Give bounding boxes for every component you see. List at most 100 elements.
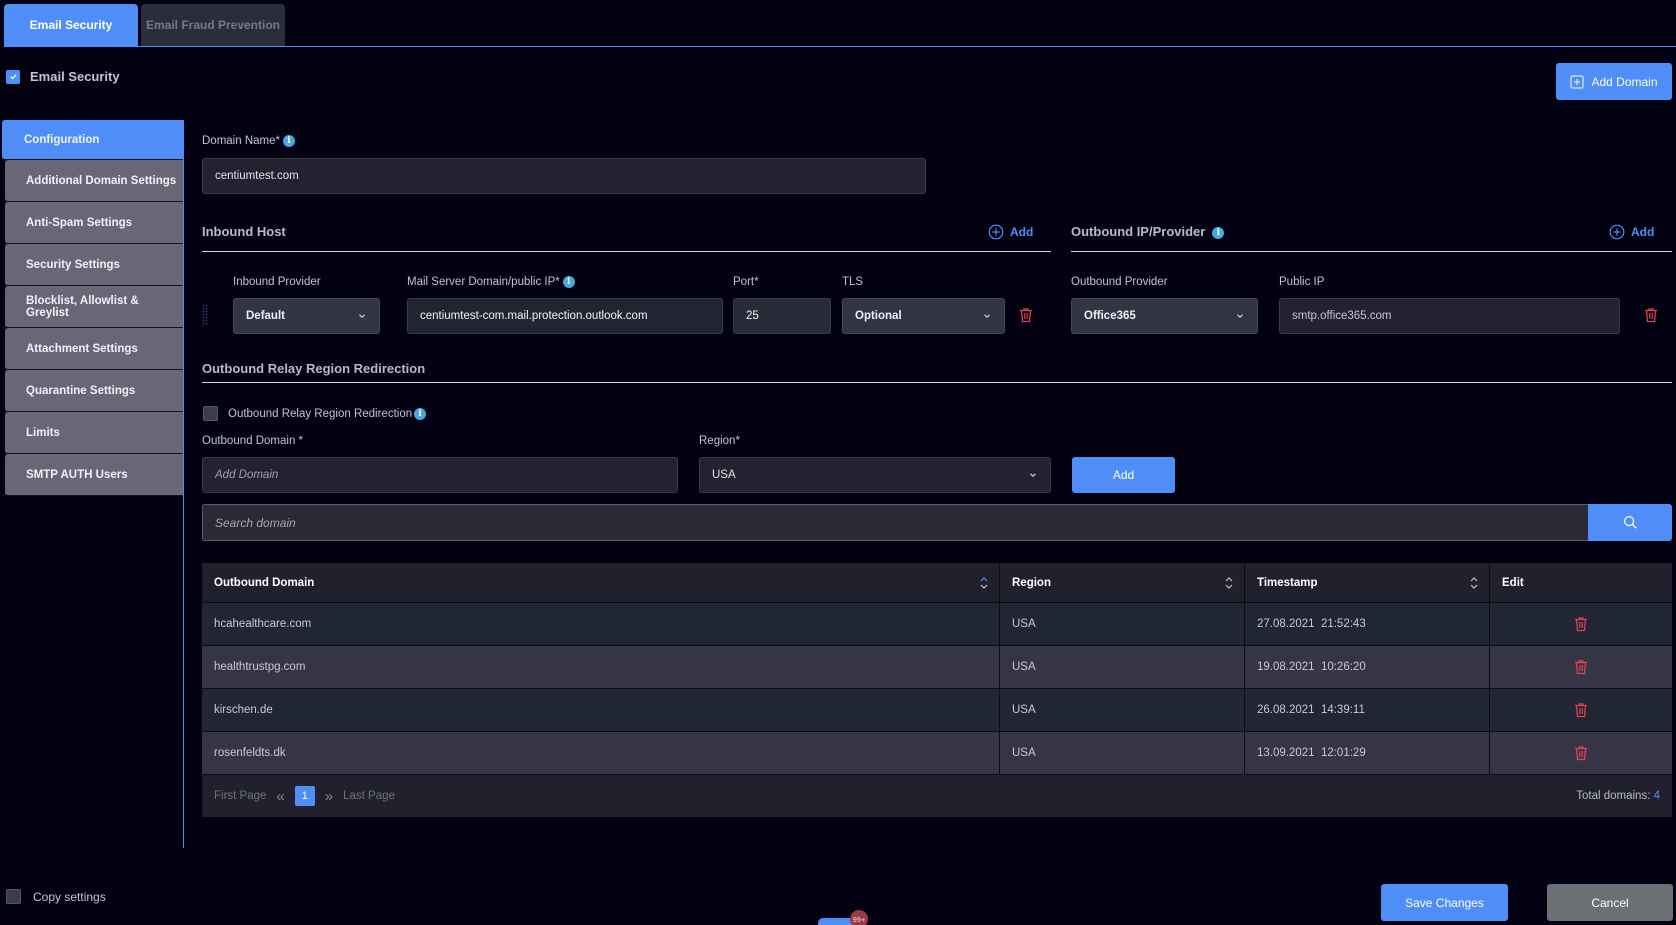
sidebar-item-additional-domain-settings[interactable]: Additional Domain Settings	[5, 160, 184, 202]
copy-settings-checkbox[interactable]	[6, 889, 21, 904]
relay-add-button[interactable]: Add	[1072, 457, 1175, 493]
tab-email-security[interactable]: Email Security	[4, 4, 138, 46]
relay-checkbox[interactable]	[203, 406, 218, 421]
cell-timestamp: 26.08.2021 14:39:11	[1245, 689, 1490, 731]
email-security-label: Email Security	[30, 69, 120, 84]
last-page-link[interactable]: Last Page	[343, 790, 395, 802]
sidebar-item-attachment-settings[interactable]: Attachment Settings	[5, 328, 184, 370]
column-header-label: Edit	[1502, 576, 1524, 589]
outbound-ip-add-button[interactable]: Add	[1609, 224, 1654, 240]
column-header-region[interactable]: Region	[1000, 563, 1245, 602]
save-changes-button[interactable]: Save Changes	[1381, 884, 1508, 921]
next-page-icon[interactable]: »	[325, 788, 333, 805]
prev-page-icon[interactable]: «	[276, 788, 284, 805]
delete-row-icon[interactable]	[1574, 659, 1588, 675]
public-ip-label: Public IP	[1279, 276, 1325, 288]
add-domain-button[interactable]: Add Domain	[1556, 63, 1672, 100]
mail-server-input[interactable]: centiumtest-com.mail.protection.outlook.…	[407, 298, 723, 334]
cell-domain: rosenfeldts.dk	[202, 732, 1000, 774]
outbound-ip-title: Outbound IP/Provider i	[1071, 224, 1225, 239]
sort-icon[interactable]	[1469, 575, 1479, 591]
column-header-outbound-domain[interactable]: Outbound Domain	[202, 563, 1000, 602]
sidebar-item-smtp-auth-users[interactable]: SMTP AUTH Users	[5, 454, 184, 496]
inbound-provider-value: Default	[246, 310, 285, 322]
delete-row-icon[interactable]	[1574, 616, 1588, 632]
page-number-button[interactable]: 1	[294, 786, 315, 806]
sidebar-item-anti-spam-settings[interactable]: Anti-Spam Settings	[5, 202, 184, 244]
copy-settings-toggle[interactable]: Copy settings	[6, 889, 106, 904]
cell-region: USA	[1000, 689, 1245, 731]
outbound-domain-input[interactable]: Add Domain	[202, 457, 678, 493]
relay-section-title: Outbound Relay Region Redirection	[202, 361, 426, 376]
cell-edit	[1490, 603, 1672, 645]
outbound-domain-placeholder: Add Domain	[215, 469, 279, 481]
public-ip-value: smtp.office365.com	[1292, 310, 1392, 322]
sidebar-item-security-settings[interactable]: Security Settings	[5, 244, 184, 286]
inbound-provider-label: Inbound Provider	[233, 276, 321, 288]
cell-timestamp: 13.09.2021 12:01:29	[1245, 732, 1490, 774]
sidebar-item-configuration[interactable]: Configuration	[2, 120, 184, 160]
chevron-down-icon	[359, 314, 365, 319]
search-placeholder: Search domain	[215, 515, 296, 530]
total-domains-count: 4	[1653, 790, 1660, 802]
port-input[interactable]: 25	[733, 298, 831, 334]
inbound-provider-select[interactable]: Default	[233, 298, 380, 334]
search-domain-input[interactable]: Search domain	[202, 504, 1588, 541]
domain-name-input[interactable]: centiumtest.com	[202, 158, 926, 194]
email-security-toggle[interactable]: Email Security	[6, 69, 120, 84]
cell-region: USA	[1000, 646, 1245, 688]
column-header-label: Region	[1012, 576, 1051, 589]
cell-region: USA	[1000, 603, 1245, 645]
mail-server-value: centiumtest-com.mail.protection.outlook.…	[420, 310, 648, 322]
outbound-provider-select[interactable]: Office365	[1071, 298, 1258, 334]
domain-name-value: centiumtest.com	[215, 170, 299, 182]
plus-circle-icon	[1609, 224, 1625, 240]
relay-checkbox-label: Outbound Relay Region Redirection	[228, 407, 413, 420]
search-icon	[1623, 515, 1637, 529]
sidebar-item-quarantine-settings[interactable]: Quarantine Settings	[5, 370, 184, 412]
region-label: Region*	[699, 435, 740, 447]
port-label: Port*	[733, 276, 759, 288]
table-row: hcahealthcare.com USA 27.08.2021 21:52:4…	[202, 603, 1672, 646]
delete-row-icon[interactable]	[1574, 745, 1588, 761]
info-icon[interactable]: i	[282, 135, 295, 147]
outbound-domains-table: Outbound Domain Region Timestamp Edit hc…	[202, 563, 1672, 775]
delete-inbound-host-icon[interactable]	[1019, 307, 1033, 323]
search-button[interactable]	[1588, 504, 1672, 541]
cancel-button[interactable]: Cancel	[1547, 884, 1673, 921]
column-header-timestamp[interactable]: Timestamp	[1245, 563, 1490, 602]
relay-toggle[interactable]: Outbound Relay Region Redirection i	[203, 406, 427, 421]
sidebar-item-limits[interactable]: Limits	[5, 412, 184, 454]
mail-server-label-text: Mail Server Domain/public IP*	[407, 276, 560, 289]
add-domain-label: Add Domain	[1591, 74, 1658, 89]
sort-icon[interactable]	[979, 575, 989, 591]
table-row: rosenfeldts.dk USA 13.09.2021 12:01:29	[202, 732, 1672, 775]
tab-email-fraud-prevention[interactable]: Email Fraud Prevention	[141, 4, 285, 46]
sidebar-divider	[183, 120, 184, 848]
copy-settings-label: Copy settings	[33, 889, 106, 904]
table-header: Outbound Domain Region Timestamp Edit	[202, 563, 1672, 603]
sort-icon[interactable]	[1224, 575, 1234, 591]
tls-label: TLS	[842, 276, 864, 288]
info-icon[interactable]: i	[562, 276, 575, 288]
first-page-link[interactable]: First Page	[214, 790, 266, 802]
delete-outbound-ip-icon[interactable]	[1644, 307, 1658, 323]
email-security-checkbox[interactable]	[6, 69, 20, 84]
info-icon[interactable]: i	[1212, 226, 1225, 239]
info-icon[interactable]: i	[414, 407, 427, 420]
save-changes-label: Save Changes	[1405, 895, 1484, 910]
relay-divider	[202, 382, 1672, 383]
region-value: USA	[712, 469, 736, 481]
drag-handle[interactable]	[202, 304, 208, 326]
delete-row-icon[interactable]	[1574, 702, 1588, 718]
plus-circle-icon	[988, 224, 1004, 240]
sidebar-item-blocklist-allowlist-greylist[interactable]: Blocklist, Allowlist & Greylist	[5, 286, 184, 328]
public-ip-input[interactable]: smtp.office365.com	[1279, 298, 1620, 334]
port-value: 25	[746, 310, 759, 322]
inbound-host-add-button[interactable]: Add	[988, 224, 1033, 240]
total-domains-label: Total domains:	[1576, 790, 1651, 802]
region-select[interactable]: USA	[699, 457, 1051, 493]
chevron-down-icon	[1030, 473, 1036, 478]
tls-select[interactable]: Optional	[842, 298, 1005, 334]
total-domains: Total domains: 4	[1576, 790, 1660, 802]
